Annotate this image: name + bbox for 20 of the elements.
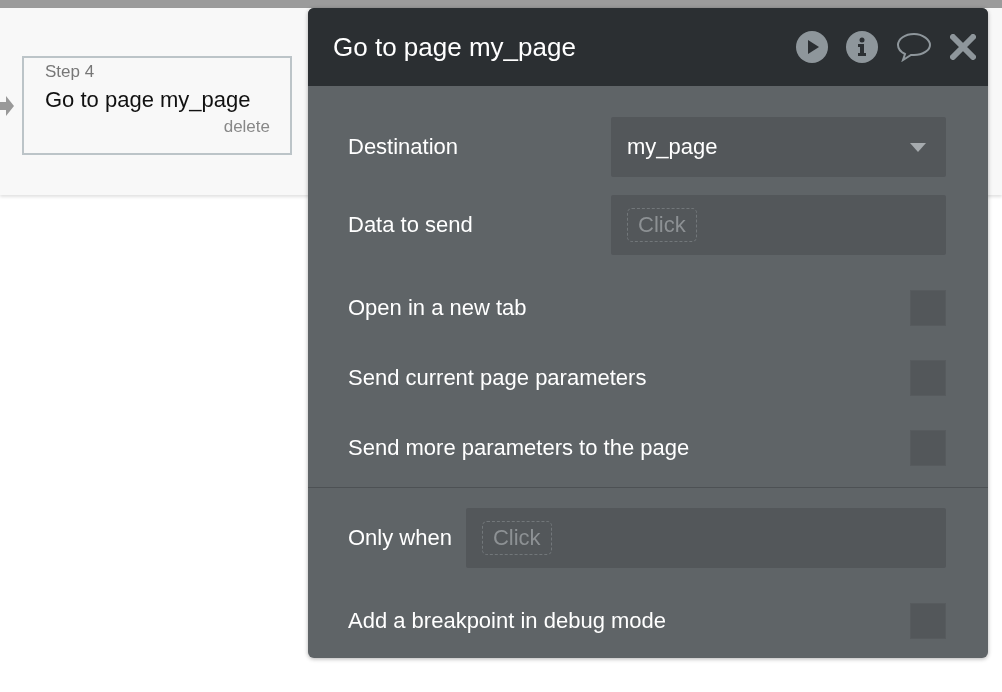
step-card[interactable]: Step 4 Go to page my_page delete [22,56,292,155]
field-label: Open in a new tab [348,295,527,321]
step-title: Go to page my_page [45,86,252,114]
expression-field[interactable]: Click [465,508,946,568]
close-icon[interactable] [950,34,976,60]
expression-field[interactable]: Click [611,195,946,255]
field-label: Only when [348,525,452,551]
field-label: Send more parameters to the page [348,435,690,461]
delete-link[interactable]: delete [223,117,270,137]
field-label: Destination [348,134,459,160]
panel-title: Go to page my_page [333,31,577,63]
caret-icon [910,142,926,152]
field-label: Data to send [348,212,473,238]
field-label: Add a breakpoint in debug mode [348,608,666,634]
step-number: Step 4 [45,61,96,83]
info-icon[interactable] [846,31,878,63]
destination-dropdown[interactable]: my_page [611,117,946,177]
comment-icon[interactable] [896,32,932,62]
play-icon[interactable] [796,31,828,63]
field-label: Send current page parameters [348,365,647,391]
